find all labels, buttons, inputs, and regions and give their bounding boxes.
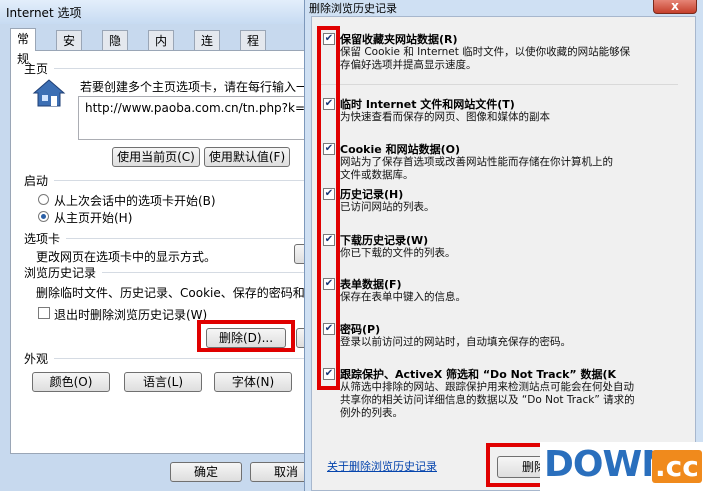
tab-connections[interactable]: 连接 — [194, 30, 221, 68]
fonts-button[interactable]: 字体(N) — [214, 372, 292, 392]
use-default-button[interactable]: 使用默认值(F) — [204, 147, 290, 167]
checkbox-column-highlight — [317, 26, 340, 390]
download-history-desc-1: 你已下载的文件的列表。 — [340, 247, 456, 259]
logo-cc-text: .cc — [652, 450, 702, 483]
tracking-protection-desc-2: 共享你的相关访问详细信息的数据以及 “Do Not Track” 请求的 — [340, 394, 635, 406]
startup-last-session-label: 从上次会话中的选项卡开始(B) — [54, 194, 216, 208]
startup-home-label: 从主页开始(H) — [54, 211, 133, 225]
about-delete-history-link[interactable]: 关于删除浏览历史记录 — [327, 458, 437, 474]
tracking-protection-title: 跟踪保护、ActiveX 筛选和 “Do Not Track” 数据(K — [340, 368, 617, 381]
startup-home-radio[interactable] — [38, 211, 49, 222]
delete-dialog-title: 删除浏览历史记录 — [309, 2, 397, 15]
appearance-group-line — [54, 358, 307, 359]
tab-programs[interactable]: 程序 — [240, 30, 267, 68]
house-icon — [32, 79, 66, 107]
temp-files-title: 临时 Internet 文件和网站文件(T) — [340, 98, 515, 111]
use-current-button[interactable]: 使用当前页(C) — [112, 147, 200, 167]
options-title-bar[interactable]: Internet 选项 — [0, 0, 307, 24]
exit-delete-checkbox[interactable] — [38, 307, 50, 319]
tabs-group-label: 选项卡 — [24, 232, 61, 246]
cookies-desc-1: 网站为了保存首选项或改善网站性能而存储在你计算机上的 — [340, 156, 613, 168]
keep-favorites-desc-2: 存偏好选项并提高显示速度。 — [340, 59, 477, 71]
keep-favorites-desc-1: 保留 Cookie 和 Internet 临时文件，以使你收藏的网站能够保 — [340, 46, 631, 58]
tracking-protection-desc-3: 例外的列表。 — [340, 407, 403, 419]
cookies-desc-2: 文件或数据库。 — [340, 169, 414, 181]
home-page-url-input[interactable]: http://www.paoba.com.cn/tn.php?k=2 — [78, 96, 307, 140]
passwords-desc-1: 登录以前访问过的网站时，自动填充保存的密码。 — [340, 336, 571, 348]
history-title: 历史记录(H) — [340, 188, 404, 201]
form-data-desc-1: 保存在表单中键入的信息。 — [340, 291, 466, 303]
tabs-desc: 更改网页在选项卡中的显示方式。 — [36, 250, 217, 264]
form-data-title: 表单数据(F) — [340, 278, 402, 291]
delete-button-highlight — [197, 320, 295, 352]
tabs-group-line — [66, 238, 307, 239]
history-group-label: 浏览历史记录 — [24, 266, 97, 280]
close-icon: x — [671, 0, 679, 13]
separator — [318, 84, 678, 85]
startup-last-session-radio[interactable] — [38, 194, 49, 205]
history-desc-1: 已访问网站的列表。 — [340, 201, 435, 213]
appearance-group-label: 外观 — [24, 352, 49, 366]
download-history-title: 下载历史记录(W) — [340, 234, 429, 247]
delete-title-bar[interactable]: 删除浏览历史记录 — [305, 0, 703, 15]
passwords-title: 密码(P) — [340, 323, 381, 336]
tab-general[interactable]: 常规 — [10, 28, 37, 66]
ok-button[interactable]: 确定 — [170, 462, 242, 482]
temp-files-desc-1: 为快速查看而保存的网页、图像和媒体的副本 — [340, 111, 550, 123]
history-group-line — [102, 272, 307, 273]
history-desc: 删除临时文件、历史记录、Cookie、保存的密码和 — [36, 286, 305, 300]
home-group-line — [54, 68, 307, 69]
exit-delete-label: 退出时删除浏览历史记录(W) — [54, 308, 208, 322]
startup-group-line — [54, 180, 307, 181]
home-hint: 若要创建多个主页选项卡，请在每行输入一 — [80, 80, 308, 94]
tab-privacy[interactable]: 隐私 — [102, 30, 129, 68]
tracking-protection-desc-1: 从筛选中排除的网站、跟踪保护用来检测站点可能会在何处自动 — [340, 381, 634, 393]
colors-button[interactable]: 颜色(O) — [32, 372, 110, 392]
tab-security[interactable]: 安全 — [56, 30, 83, 68]
close-button[interactable]: x — [653, 0, 697, 14]
internet-options-window: Internet 选项 常规 安全 隐私 内容 连接 程序 主页 若要创建多个主… — [0, 0, 308, 491]
cancel-button[interactable]: 取消 — [250, 462, 307, 482]
tab-content[interactable]: 内容 — [148, 30, 175, 68]
down-cc-logo: DOWN .cc — [540, 442, 703, 491]
startup-group-label: 启动 — [24, 174, 49, 188]
cookies-title: Cookie 和网站数据(O) — [340, 143, 460, 156]
languages-button[interactable]: 语言(L) — [124, 372, 202, 392]
options-title: Internet 选项 — [6, 6, 82, 20]
keep-favorites-title: 保留收藏夹网站数据(R) — [340, 33, 458, 46]
